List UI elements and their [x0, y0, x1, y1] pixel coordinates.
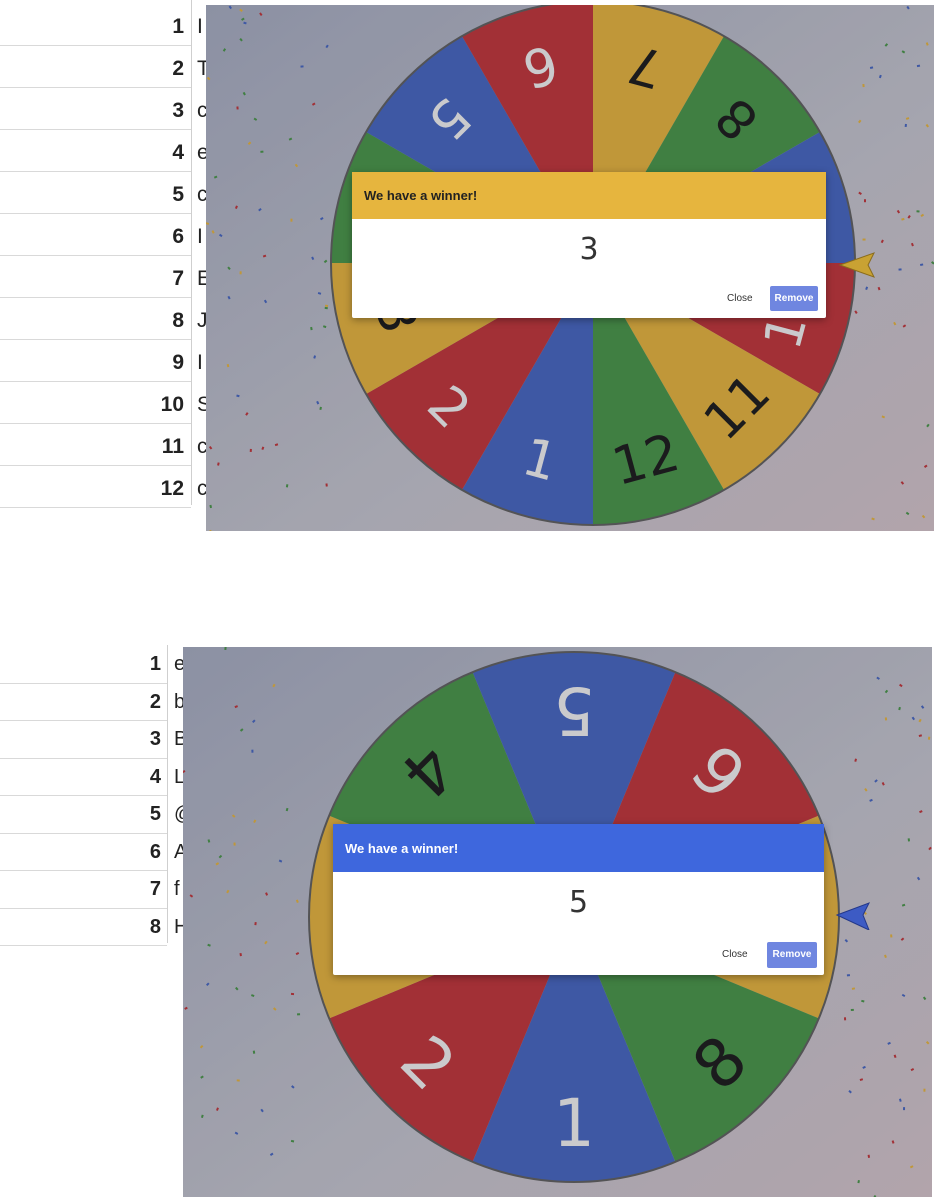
- row-number: 5: [149, 803, 161, 825]
- close-button[interactable]: Close: [722, 949, 748, 960]
- sheet-row: 3B: [0, 720, 187, 759]
- winner-value: 5: [568, 885, 589, 920]
- sheet-row: 4L: [0, 758, 185, 796]
- sheet-row: 8H: [0, 908, 188, 946]
- sheet-row: 1e: [0, 645, 185, 684]
- row-number: 7: [149, 878, 161, 900]
- wheel-pointer-2: [833, 900, 873, 930]
- row-number: 4: [149, 765, 161, 788]
- spreadsheet-2: 1e2b3B4L5@6A7f8H: [0, 645, 194, 946]
- sheet-row: 7f: [0, 870, 180, 909]
- spinner-panel-2: 1e2b3B4L5@6A7f8H 12345678 We have a winn…: [0, 0, 937, 1200]
- row-number: 1: [149, 653, 161, 675]
- remove-button[interactable]: Remove: [767, 942, 817, 968]
- modal-title: We have a winner!: [345, 841, 459, 856]
- row-number: 8: [149, 915, 161, 938]
- winner-modal-2: We have a winner! 5 Close Remove: [333, 824, 824, 975]
- sheet-row: 2b: [0, 683, 185, 721]
- sheet-row: 6A: [0, 833, 187, 871]
- pointer-arrow-icon: [835, 902, 871, 930]
- wheel-stage-2: 12345678 We have a winner! 5 Close Remov…: [183, 647, 932, 1197]
- row-number: 3: [149, 728, 161, 750]
- sheet-row: 5@: [0, 795, 194, 834]
- row-number: 2: [149, 690, 161, 713]
- column-divider: [167, 645, 168, 943]
- modal-header-2: We have a winner!: [333, 824, 824, 872]
- cell-text[interactable]: f: [174, 878, 180, 901]
- row-number: 6: [149, 840, 161, 863]
